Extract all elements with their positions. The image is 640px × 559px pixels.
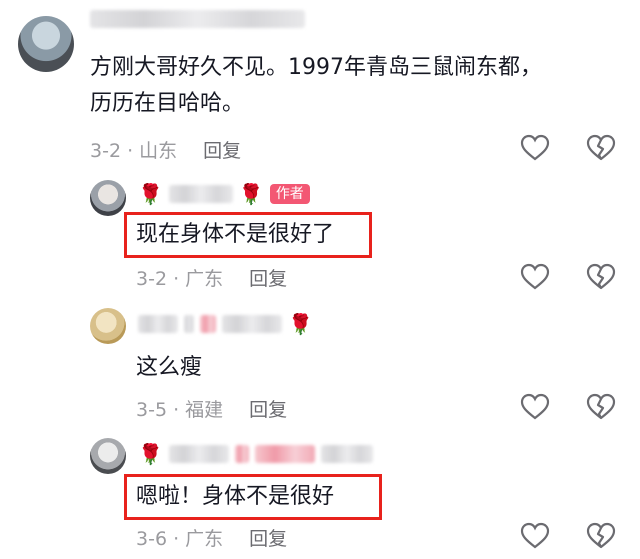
- heart-outline-icon[interactable]: [520, 134, 550, 162]
- heart-outline-icon[interactable]: [520, 263, 550, 291]
- comment-actions: [520, 393, 616, 421]
- comment-text: 方刚大哥好久不见。1997年青岛三鼠闹东都，: [90, 55, 542, 80]
- broken-heart-icon[interactable]: [586, 522, 616, 550]
- comment-text: 这么瘦: [136, 355, 203, 380]
- username-blurred[interactable]: [168, 185, 233, 203]
- username-blurred[interactable]: [138, 315, 178, 333]
- username-blurred[interactable]: [90, 10, 305, 28]
- rose-emoji-icon: 🌹: [138, 442, 163, 466]
- username-row: 🌹: [138, 314, 313, 334]
- date-location: 3-6 · 广东: [136, 528, 224, 550]
- reply-button[interactable]: 回复: [249, 264, 287, 291]
- avatar[interactable]: [90, 438, 126, 474]
- comment-actions: [520, 522, 616, 550]
- reply-button[interactable]: 回复: [249, 395, 287, 422]
- avatar[interactable]: [90, 308, 126, 344]
- username-row: 🌹: [138, 444, 373, 464]
- reply-button[interactable]: 回复: [249, 524, 287, 551]
- comment-text: 现在身体不是很好了: [136, 222, 335, 247]
- reply-button[interactable]: 回复: [203, 136, 241, 163]
- username-blurred[interactable]: [168, 445, 229, 463]
- comment-meta: 3-5 · 福建 回复: [136, 395, 287, 422]
- avatar[interactable]: [18, 16, 74, 72]
- broken-heart-icon[interactable]: [586, 134, 616, 162]
- comment-meta: 3-2 · 广东 回复: [136, 264, 287, 291]
- broken-heart-icon[interactable]: [586, 393, 616, 421]
- comment-text-line2: 历历在目哈哈。: [90, 91, 245, 116]
- heart-outline-icon[interactable]: [520, 393, 550, 421]
- username-row: 🌹 🌹 作者: [138, 184, 310, 204]
- date-location: 3-2 · 山东: [90, 140, 178, 162]
- broken-heart-icon[interactable]: [586, 263, 616, 291]
- author-badge: 作者: [269, 184, 310, 204]
- comment-text: 嗯啦！身体不是很好: [136, 484, 335, 509]
- comment-actions: [520, 263, 616, 291]
- rose-emoji-icon: 🌹: [138, 182, 163, 206]
- rose-emoji-icon: 🌹: [288, 312, 313, 336]
- rose-emoji-icon: 🌹: [238, 182, 264, 206]
- avatar[interactable]: [90, 180, 126, 216]
- comment-actions: [520, 134, 616, 162]
- date-location: 3-5 · 福建: [136, 399, 224, 421]
- heart-outline-icon[interactable]: [520, 522, 550, 550]
- date-location: 3-2 · 广东: [136, 268, 224, 290]
- comment-meta: 3-6 · 广东 回复: [136, 524, 287, 551]
- comment-meta: 3-2 · 山东 回复: [90, 136, 241, 163]
